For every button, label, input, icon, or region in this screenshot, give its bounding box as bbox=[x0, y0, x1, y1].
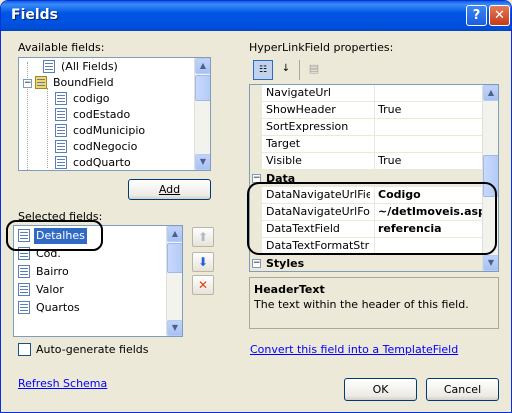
selected-field-label: Bairro bbox=[36, 265, 69, 278]
column-divider bbox=[374, 119, 375, 135]
selected-scrollbar[interactable]: ▲ ▼ bbox=[166, 226, 182, 336]
column-divider bbox=[374, 136, 375, 152]
column-divider bbox=[374, 102, 375, 118]
scroll-down-icon[interactable]: ▼ bbox=[167, 320, 182, 336]
properties-label: HyperLinkField properties: bbox=[249, 41, 394, 54]
add-button-label: Add bbox=[158, 183, 181, 196]
refresh-schema-link[interactable]: Refresh Schema bbox=[18, 377, 107, 390]
available-field-label: codEstado bbox=[73, 108, 131, 121]
tree-line bbox=[47, 88, 48, 168]
property-name: ShowHeader bbox=[266, 103, 336, 116]
available-field-label: codNegocio bbox=[73, 140, 138, 153]
collapse-icon[interactable]: − bbox=[252, 259, 261, 268]
field-icon bbox=[18, 283, 30, 296]
autogen-checkbox[interactable] bbox=[18, 343, 31, 356]
scroll-down-icon[interactable]: ▼ bbox=[195, 154, 210, 170]
property-name: Visible bbox=[266, 154, 302, 167]
property-name: Target bbox=[266, 137, 301, 150]
available-field-label: (All Fields) bbox=[61, 60, 118, 73]
field-icon bbox=[55, 92, 67, 105]
categorized-icon[interactable]: ☷ bbox=[253, 60, 273, 80]
ok-button[interactable]: OK bbox=[344, 378, 417, 401]
column-divider bbox=[374, 153, 375, 169]
description-title: HeaderText bbox=[254, 283, 325, 296]
field-icon bbox=[55, 140, 67, 153]
property-row[interactable]: Target bbox=[262, 136, 484, 153]
title-bar: Fields ? ✕ bbox=[1, 1, 511, 31]
field-icon bbox=[55, 124, 67, 137]
property-row[interactable]: Visible True bbox=[262, 153, 484, 170]
property-value[interactable]: True bbox=[378, 103, 482, 116]
field-icon bbox=[55, 108, 67, 121]
alphabetical-sort-icon[interactable]: ↓ bbox=[276, 60, 296, 80]
help-button[interactable]: ? bbox=[466, 5, 487, 26]
property-value[interactable]: True bbox=[378, 154, 482, 167]
down-arrow-icon: ⬇ bbox=[197, 255, 209, 269]
scroll-up-icon[interactable]: ▲ bbox=[483, 85, 498, 101]
property-name: NavigateUrl bbox=[266, 86, 331, 99]
delete-button[interactable]: ✕ bbox=[192, 275, 214, 295]
add-button[interactable]: Add bbox=[128, 179, 211, 200]
selected-field-label: Valor bbox=[36, 283, 64, 296]
highlight-oval-data bbox=[247, 182, 497, 255]
scroll-up-icon[interactable]: ▲ bbox=[167, 226, 182, 242]
property-pages-icon[interactable]: ▤ bbox=[304, 60, 324, 80]
available-field-label: codMunicipio bbox=[73, 124, 146, 137]
collapse-icon[interactable]: − bbox=[23, 79, 32, 88]
toolbar-divider bbox=[299, 60, 300, 80]
dialog-title: Fields bbox=[11, 7, 59, 23]
up-arrow-icon: ⬆ bbox=[197, 230, 209, 244]
highlight-oval-selected bbox=[6, 220, 103, 251]
move-down-button[interactable]: ⬇ bbox=[192, 252, 214, 272]
scroll-thumb[interactable] bbox=[195, 75, 210, 101]
field-icon bbox=[18, 301, 30, 314]
delete-x-icon: ✕ bbox=[197, 278, 209, 292]
folder-icon bbox=[35, 76, 47, 89]
property-row[interactable]: SortExpression bbox=[262, 119, 484, 136]
property-row[interactable]: NavigateUrl bbox=[262, 85, 484, 102]
scroll-thumb[interactable] bbox=[167, 243, 182, 273]
description-text: The text within the header of this field… bbox=[254, 298, 469, 311]
column-divider bbox=[374, 85, 375, 101]
property-row[interactable]: ShowHeader True bbox=[262, 102, 484, 119]
available-field-label: BoundField bbox=[53, 76, 114, 89]
scroll-down-icon[interactable]: ▼ bbox=[483, 255, 498, 271]
fields-dialog: Fields ? ✕ Available fields: (All Fields… bbox=[0, 0, 512, 413]
property-description: HeaderText The text within the header of… bbox=[249, 277, 499, 329]
scroll-up-icon[interactable]: ▲ bbox=[195, 58, 210, 74]
convert-template-link[interactable]: Convert this field into a TemplateField bbox=[250, 343, 458, 356]
available-scrollbar[interactable]: ▲ ▼ bbox=[194, 58, 210, 170]
available-field-label: codQuarto bbox=[73, 156, 131, 169]
move-up-button[interactable]: ⬆ bbox=[192, 227, 214, 247]
field-icon bbox=[55, 156, 67, 169]
available-field-label: codigo bbox=[73, 92, 110, 105]
field-icon bbox=[18, 265, 30, 278]
selected-field-label: Quartos bbox=[36, 301, 80, 314]
autogen-label: Auto-generate fields bbox=[36, 343, 149, 356]
category-label: Styles bbox=[266, 257, 305, 270]
category-styles[interactable]: − Styles bbox=[250, 255, 484, 271]
close-button[interactable]: ✕ bbox=[489, 5, 510, 26]
cancel-button[interactable]: Cancel bbox=[426, 378, 499, 401]
properties-toolbar: ☷ ↓ ▤ bbox=[249, 58, 499, 83]
available-fields-label: Available fields: bbox=[18, 41, 105, 54]
available-fields-tree[interactable]: (All Fields) BoundField codigo codEstado cod… bbox=[18, 57, 211, 171]
property-name: SortExpression bbox=[266, 120, 349, 133]
field-icon bbox=[43, 60, 55, 73]
